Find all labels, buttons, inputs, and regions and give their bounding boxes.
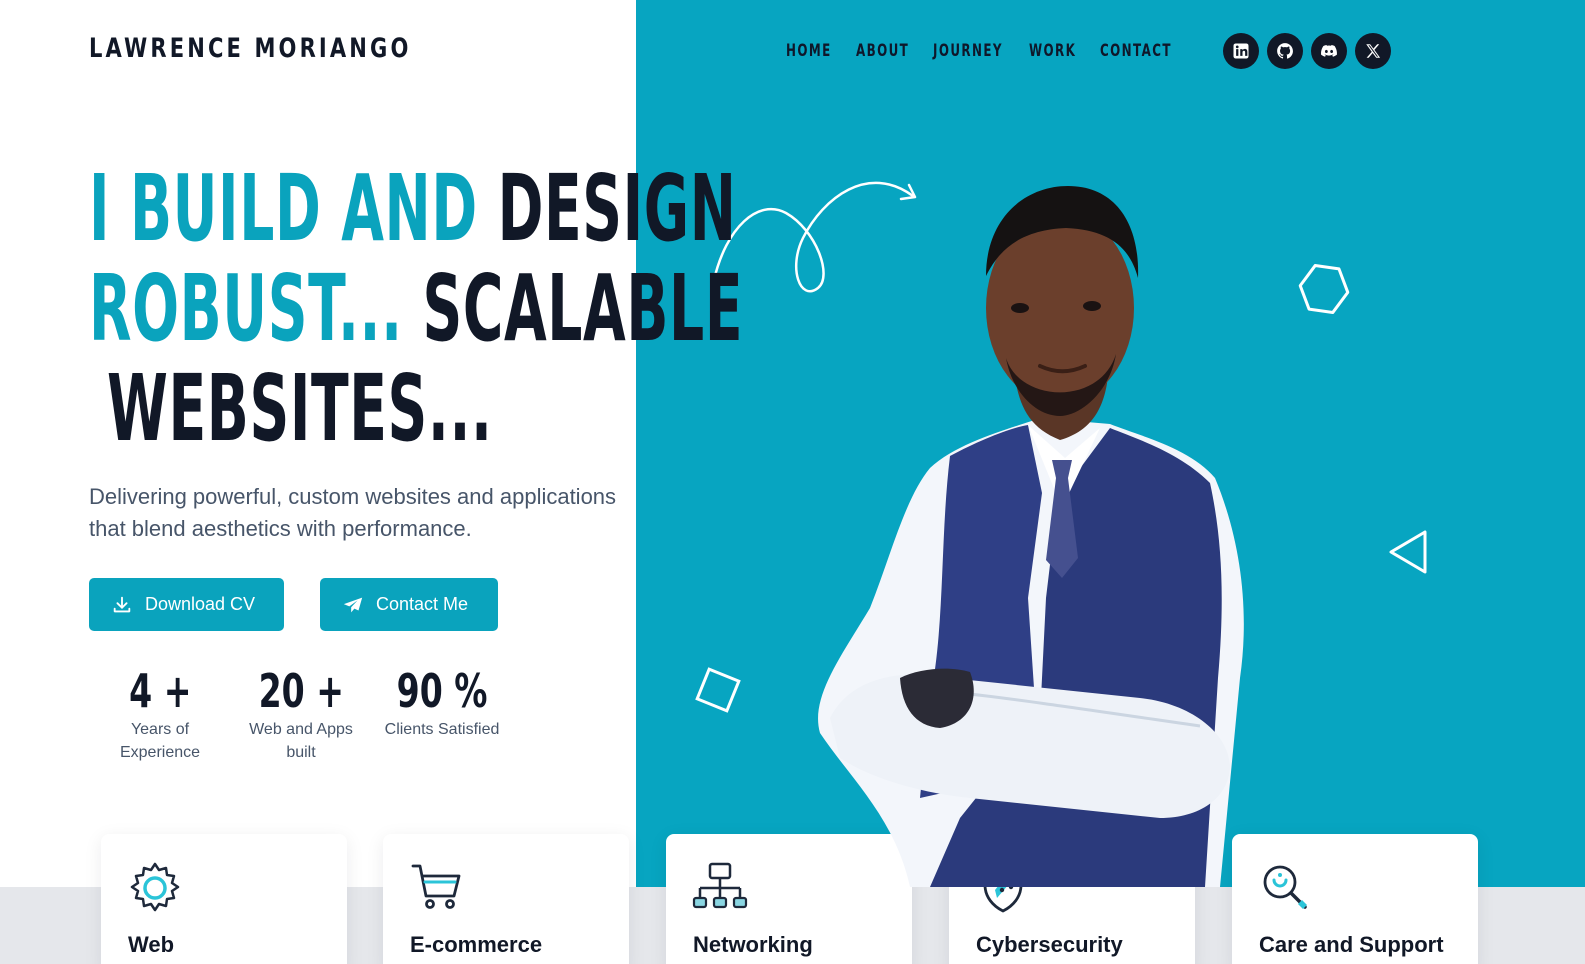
profile-photo bbox=[818, 186, 1244, 887]
send-icon bbox=[343, 597, 363, 612]
stat-value: 90 % bbox=[396, 664, 488, 718]
hero-line-3-dark: WEBSITES... bbox=[107, 355, 493, 462]
service-title: Web bbox=[128, 932, 175, 957]
download-icon bbox=[113, 596, 131, 612]
stat-label: Years of Experience bbox=[119, 721, 201, 761]
nav-item-contact[interactable]: CONTACT bbox=[1100, 41, 1170, 61]
x-link[interactable] bbox=[1355, 33, 1391, 69]
download-cv-button[interactable]: Download CV bbox=[89, 578, 284, 631]
nav-item-about[interactable]: ABOUT bbox=[856, 41, 910, 61]
hero-line-2: ROBUST... SCALABLE bbox=[89, 263, 743, 355]
stat-label: Web and Apps built bbox=[249, 721, 353, 761]
square-decoration bbox=[695, 667, 741, 713]
network-icon bbox=[692, 862, 748, 909]
nav-item-work[interactable]: WORK bbox=[1029, 41, 1079, 61]
linkedin-icon bbox=[1233, 43, 1249, 59]
hero-line-2-dark: SCALABLE bbox=[422, 255, 744, 362]
x-icon bbox=[1366, 44, 1381, 58]
stat-value: 4 + bbox=[128, 664, 192, 718]
service-title: Care and Support bbox=[1259, 932, 1444, 957]
nav-item-home[interactable]: HOME bbox=[786, 41, 835, 61]
discord-link[interactable] bbox=[1311, 33, 1347, 69]
service-title: E-commerce bbox=[410, 932, 543, 957]
linkedin-link[interactable] bbox=[1223, 33, 1259, 69]
gear-icon bbox=[130, 862, 180, 912]
hero-line-3: WEBSITES... bbox=[107, 363, 493, 455]
service-card-support[interactable]: Care and Support bbox=[1232, 834, 1478, 964]
brand-logo[interactable]: LAWRENCE MORIANGO bbox=[89, 33, 411, 64]
search-support-icon bbox=[1263, 865, 1307, 909]
stat-experience: 4 + Years of Experience bbox=[90, 664, 230, 764]
service-card-ecommerce[interactable]: E-commerce bbox=[383, 834, 629, 964]
hexagon-decoration bbox=[1298, 264, 1350, 314]
service-title: Cybersecurity bbox=[976, 932, 1123, 957]
stat-clients: 90 % Clients Satisfied bbox=[372, 664, 512, 741]
hero-line-1-accent: I BUILD AND bbox=[89, 155, 478, 262]
nav-item-journey[interactable]: JOURNEY bbox=[933, 41, 1001, 61]
stat-value: 20 + bbox=[258, 664, 344, 718]
github-icon bbox=[1277, 43, 1293, 59]
cart-icon bbox=[411, 864, 461, 909]
main-nav: HOME ABOUT JOURNEY WORK CONTACT bbox=[786, 40, 1190, 62]
hero-line-1: I BUILD AND DESIGN bbox=[89, 163, 736, 255]
hero-line-2-accent: ROBUST... bbox=[89, 255, 403, 362]
hero-subtitle: Delivering powerful, custom websites and… bbox=[89, 484, 617, 541]
service-title: Networking bbox=[693, 932, 813, 957]
triangle-decoration bbox=[1389, 530, 1427, 574]
contact-me-label: Contact Me bbox=[376, 594, 469, 614]
contact-me-button[interactable]: Contact Me bbox=[320, 578, 498, 631]
service-card-web[interactable]: Web bbox=[101, 834, 347, 964]
github-link[interactable] bbox=[1267, 33, 1303, 69]
stat-projects: 20 + Web and Apps built bbox=[231, 664, 371, 764]
stat-label: Clients Satisfied bbox=[384, 721, 500, 738]
hero-line-1-dark: DESIGN bbox=[497, 155, 737, 262]
discord-icon bbox=[1321, 45, 1337, 57]
download-cv-label: Download CV bbox=[145, 594, 256, 614]
